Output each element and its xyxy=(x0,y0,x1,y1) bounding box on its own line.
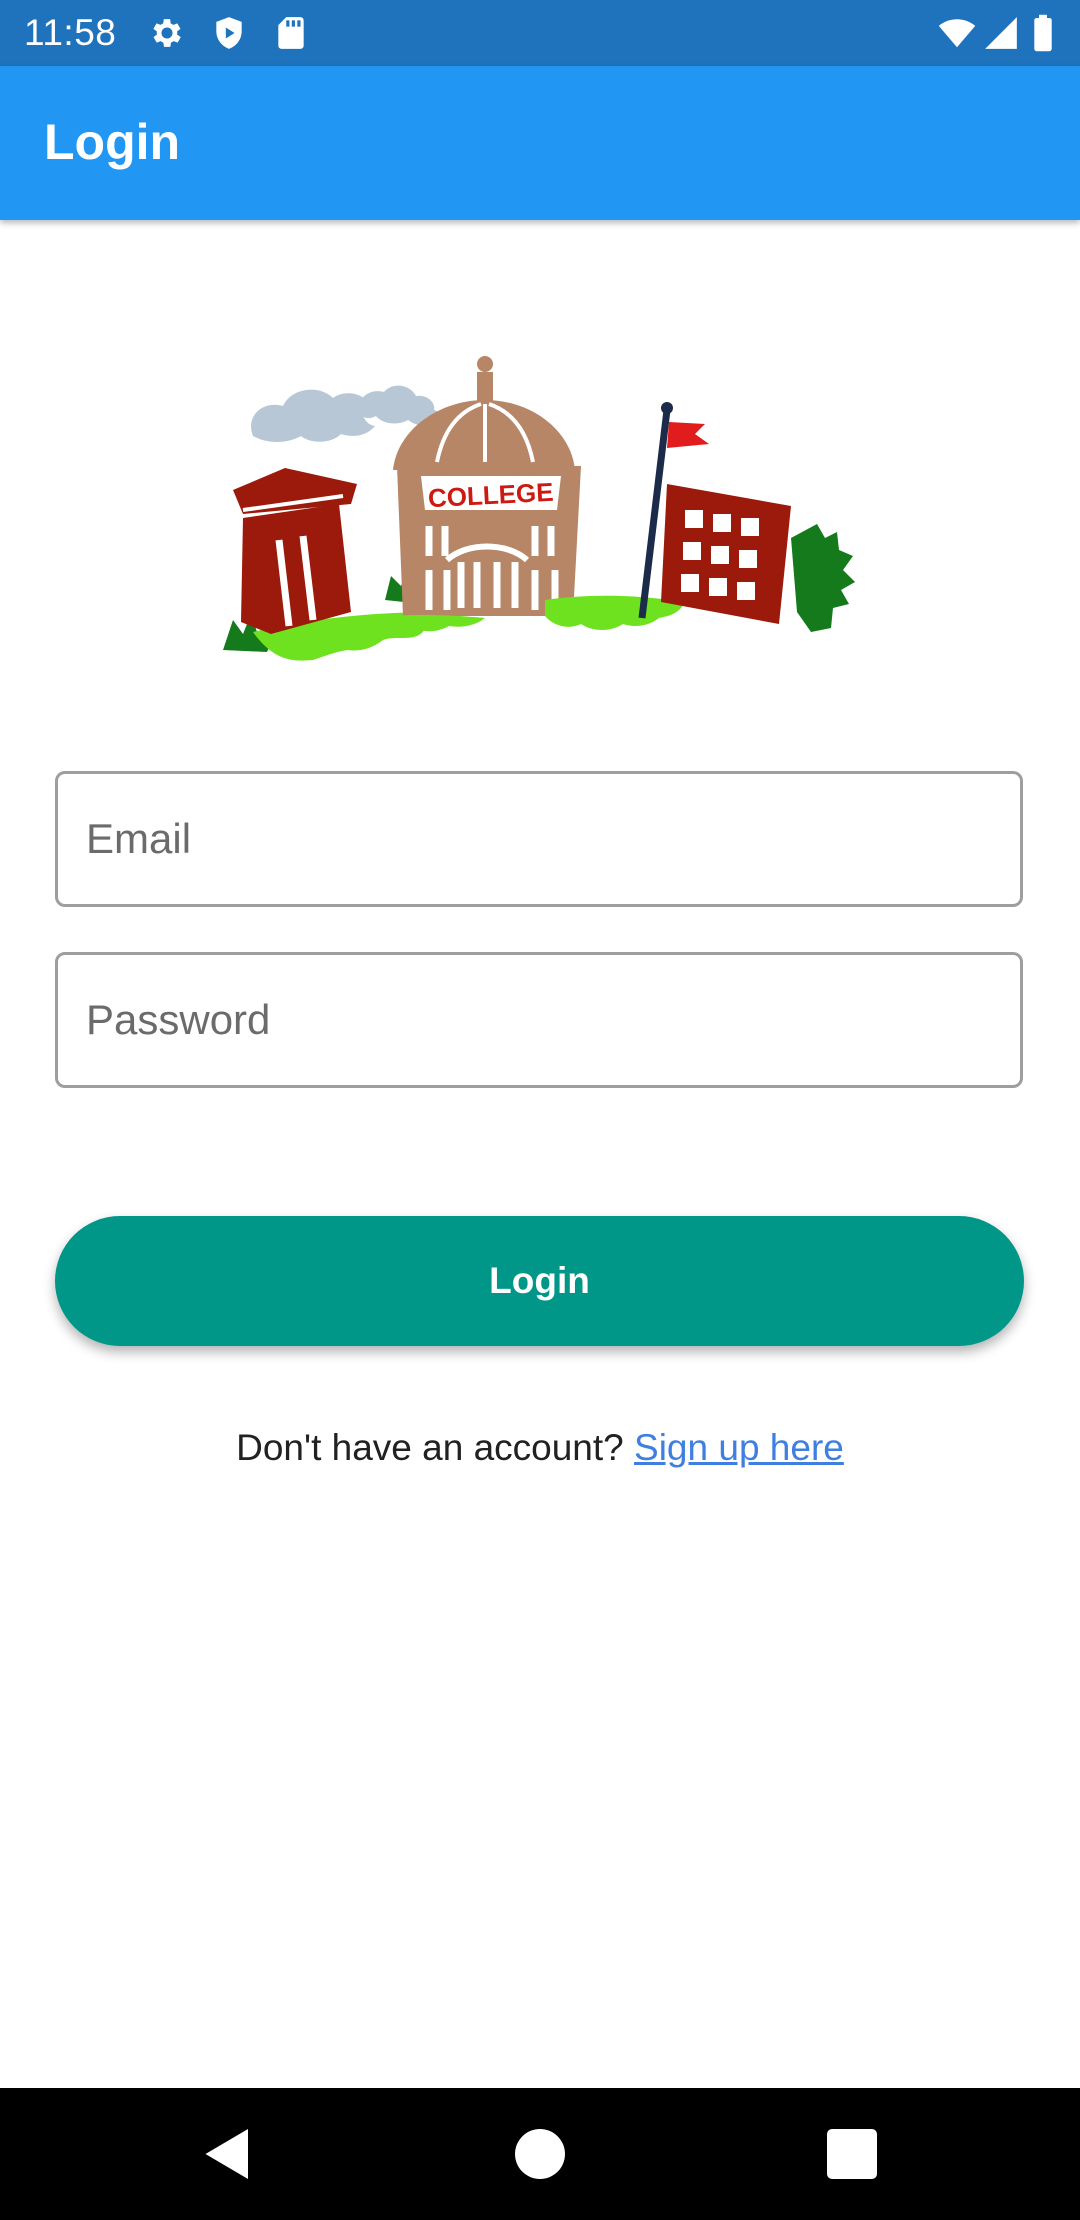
recents-icon[interactable] xyxy=(822,2124,882,2184)
gear-icon xyxy=(148,14,186,52)
back-icon[interactable] xyxy=(198,2124,258,2184)
college-logo: COLLEGE xyxy=(215,350,865,670)
status-bar: 11:58 xyxy=(0,0,1080,66)
email-field[interactable] xyxy=(55,771,1023,907)
signal-icon xyxy=(982,14,1020,52)
login-screen: 11:58 Login COLLEGE Email Login Don't ha… xyxy=(0,0,1080,2220)
email-input[interactable] xyxy=(58,774,1020,904)
password-field[interactable] xyxy=(55,952,1023,1088)
battery-icon xyxy=(1030,14,1056,52)
signup-link[interactable]: Sign up here xyxy=(634,1427,844,1468)
home-icon[interactable] xyxy=(510,2124,570,2184)
password-input[interactable] xyxy=(58,955,1020,1085)
app-bar: Login xyxy=(0,66,1080,220)
page-title: Login xyxy=(44,114,181,170)
signup-prompt: Don't have an account? Sign up here xyxy=(0,1424,1080,1472)
wifi-icon xyxy=(936,14,978,52)
navigation-bar xyxy=(0,2088,1080,2220)
sd-card-icon xyxy=(272,14,310,52)
login-button[interactable]: Login xyxy=(55,1216,1024,1346)
shield-icon xyxy=(210,14,248,52)
signup-prompt-text: Don't have an account? xyxy=(236,1427,624,1468)
status-time: 11:58 xyxy=(24,12,117,53)
